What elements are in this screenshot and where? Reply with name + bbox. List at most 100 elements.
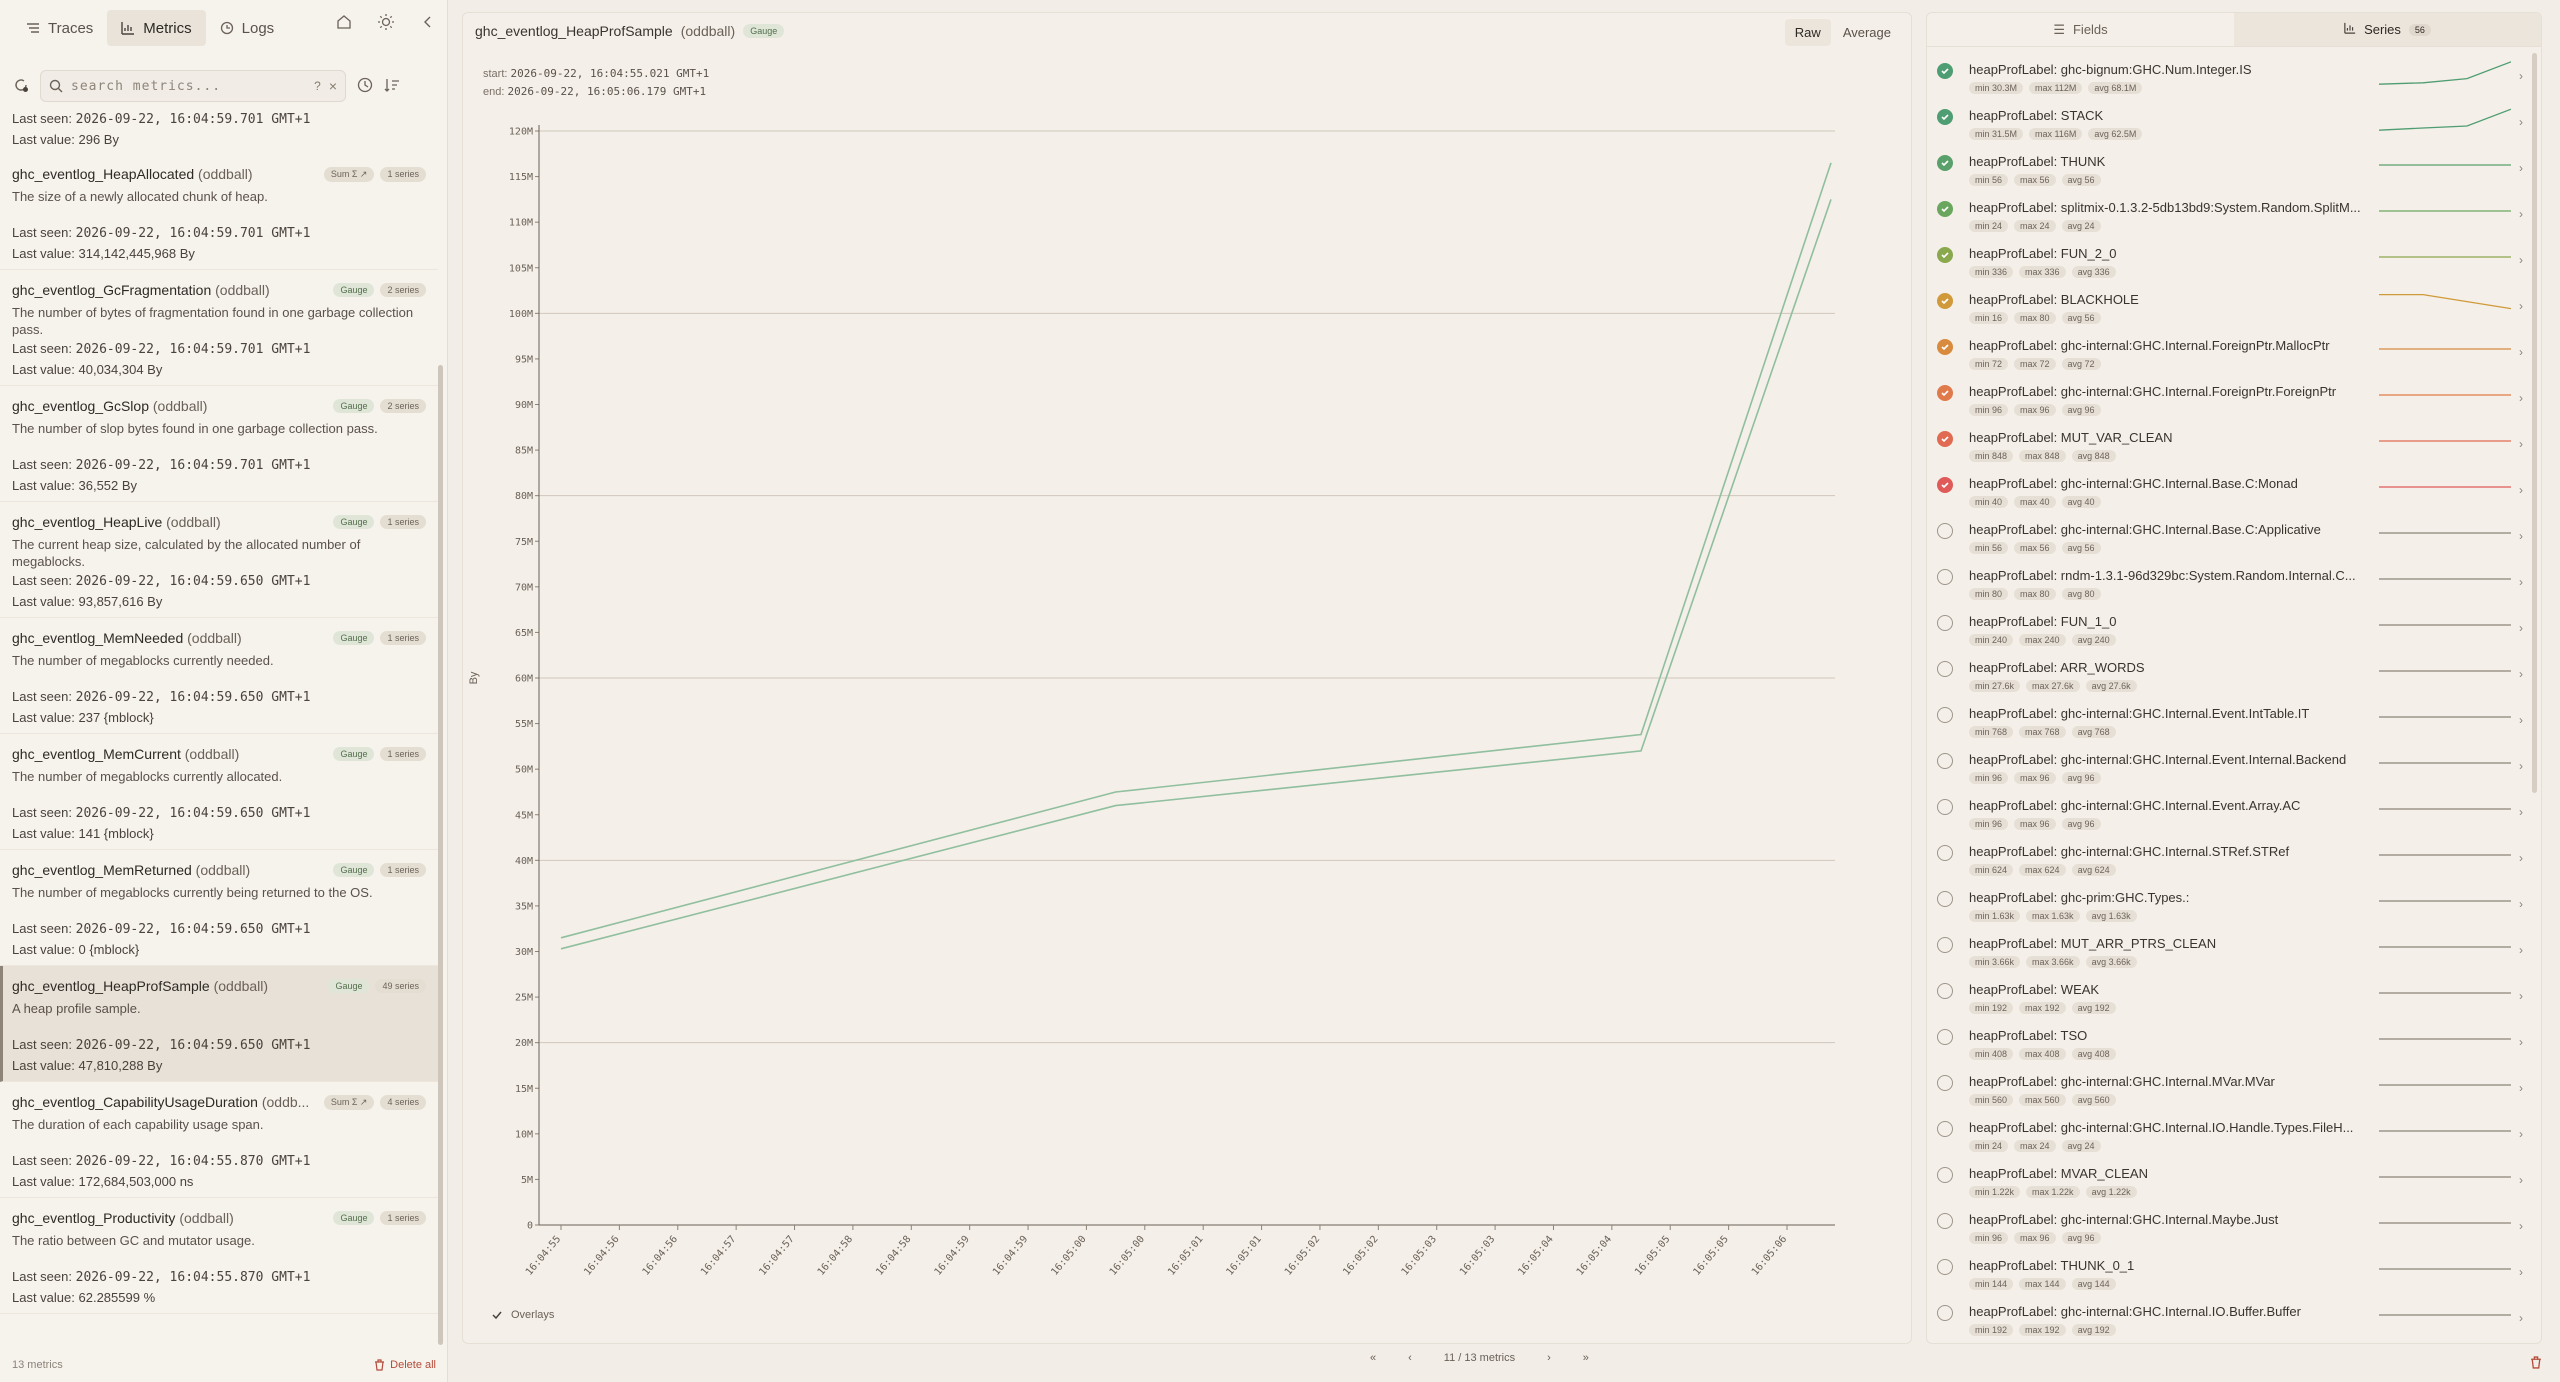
series-item[interactable]: heapProfLabel: MUT_ARR_PTRS_CLEAN min 3.6… [1927, 929, 2527, 975]
chevron-right-icon[interactable]: › [2519, 575, 2523, 589]
chevron-right-icon[interactable]: › [2519, 805, 2523, 819]
refresh-icon[interactable] [12, 76, 30, 97]
metric-item-partial[interactable]: Last seen: 2026-09-22, 16:04:59.701 GMT+… [0, 108, 438, 154]
series-checkbox[interactable] [1937, 247, 1953, 263]
series-checkbox[interactable] [1937, 661, 1953, 677]
chevron-right-icon[interactable]: › [2519, 897, 2523, 911]
metric-item[interactable]: ghc_eventlog_GcFragmentation (oddball) Ga… [0, 270, 438, 386]
series-checkbox[interactable] [1937, 155, 1953, 171]
chevron-right-icon[interactable]: › [2519, 1311, 2523, 1325]
series-item[interactable]: heapProfLabel: ghc-prim:GHC.Types.: min 1… [1927, 883, 2527, 929]
search-input[interactable] [71, 78, 307, 94]
chevron-right-icon[interactable]: › [2519, 667, 2523, 681]
series-item[interactable]: heapProfLabel: ghc-internal:GHC.Internal… [1927, 469, 2527, 515]
series-item[interactable]: heapProfLabel: ghc-internal:GHC.Internal… [1927, 1297, 2527, 1343]
series-item[interactable]: heapProfLabel: ghc-internal:GHC.Internal… [1927, 515, 2527, 561]
chevron-right-icon[interactable]: › [2519, 483, 2523, 497]
series-checkbox[interactable] [1937, 385, 1953, 401]
series-checkbox[interactable] [1937, 569, 1953, 585]
collapse-sidebar-icon[interactable] [418, 12, 438, 32]
chevron-right-icon[interactable]: › [2519, 1265, 2523, 1279]
next-page-button[interactable]: › [1547, 1352, 1551, 1364]
sort-icon[interactable] [384, 77, 400, 96]
series-item[interactable]: heapProfLabel: rndm-1.3.1-96d329bc:Syste… [1927, 561, 2527, 607]
series-item[interactable]: heapProfLabel: ghc-internal:GHC.Internal… [1927, 699, 2527, 745]
tab-series[interactable]: Series 56 [2234, 13, 2541, 46]
chevron-right-icon[interactable]: › [2519, 989, 2523, 1003]
heap-chart[interactable]: 0 5M 10M 15M 20M 25M 30M 35M 40M 45M 50M 55M 60M 65M 7… [463, 113, 1913, 1283]
chevron-right-icon[interactable]: › [2519, 1173, 2523, 1187]
last-page-button[interactable]: » [1583, 1352, 1589, 1364]
prev-page-button[interactable]: ‹ [1408, 1352, 1412, 1364]
series-checkbox[interactable] [1937, 477, 1953, 493]
tab-metrics[interactable]: Metrics [107, 10, 206, 46]
series-checkbox[interactable] [1937, 1121, 1953, 1137]
series-checkbox[interactable] [1937, 983, 1953, 999]
series-item[interactable]: heapProfLabel: ghc-internal:GHC.Internal… [1927, 1205, 2527, 1251]
chevron-right-icon[interactable]: › [2519, 621, 2523, 635]
series-checkbox[interactable] [1937, 1167, 1953, 1183]
chevron-right-icon[interactable]: › [2519, 1219, 2523, 1233]
help-icon[interactable]: ? [314, 79, 321, 93]
series-checkbox[interactable] [1937, 109, 1953, 125]
series-item[interactable]: heapProfLabel: STACK min 31.5M max 116M avg… [1927, 101, 2527, 147]
series-item[interactable]: heapProfLabel: MUT_VAR_CLEAN min 848 max 8… [1927, 423, 2527, 469]
series-checkbox[interactable] [1937, 339, 1953, 355]
series-item[interactable]: heapProfLabel: ghc-bignum:GHC.Num.Intege… [1927, 55, 2527, 101]
metric-item[interactable]: ghc_eventlog_HeapLive (oddball) Gauge 1 se… [0, 502, 438, 618]
chevron-right-icon[interactable]: › [2519, 207, 2523, 221]
tab-fields[interactable]: ☰ Fields [1927, 13, 2234, 46]
chevron-right-icon[interactable]: › [2519, 391, 2523, 405]
series-item[interactable]: heapProfLabel: ghc-internal:GHC.Internal… [1927, 837, 2527, 883]
series-checkbox[interactable] [1937, 707, 1953, 723]
metric-item[interactable]: ghc_eventlog_HeapAllocated (oddball) Sum … [0, 154, 438, 270]
series-checkbox[interactable] [1937, 615, 1953, 631]
metric-item[interactable]: ghc_eventlog_Productivity (oddball) Gauge… [0, 1198, 438, 1314]
series-checkbox[interactable] [1937, 1213, 1953, 1229]
series-checkbox[interactable] [1937, 937, 1953, 953]
chevron-right-icon[interactable]: › [2519, 1127, 2523, 1141]
metric-item[interactable]: ghc_eventlog_CapabilityUsageDuration (od… [0, 1082, 438, 1198]
chevron-right-icon[interactable]: › [2519, 851, 2523, 865]
chevron-right-icon[interactable]: › [2519, 529, 2523, 543]
chevron-right-icon[interactable]: › [2519, 713, 2523, 727]
series-item[interactable]: heapProfLabel: THUNK min 56 max 56 avg 56 › [1927, 147, 2527, 193]
overlays-toggle[interactable]: Overlays [491, 1309, 554, 1321]
chevron-right-icon[interactable]: › [2519, 299, 2523, 313]
series-checkbox[interactable] [1937, 523, 1953, 539]
chevron-right-icon[interactable]: › [2519, 437, 2523, 451]
chevron-right-icon[interactable]: › [2519, 115, 2523, 129]
tab-traces[interactable]: Traces [12, 10, 107, 46]
series-checkbox[interactable] [1937, 201, 1953, 217]
series-item[interactable]: heapProfLabel: BLACKHOLE min 16 max 80 avg … [1927, 285, 2527, 331]
series-item[interactable]: heapProfLabel: ghc-internal:GHC.Internal… [1927, 791, 2527, 837]
chevron-right-icon[interactable]: › [2519, 943, 2523, 957]
series-item[interactable]: heapProfLabel: THUNK_0_1 min 144 max 144 av… [1927, 1251, 2527, 1297]
series-checkbox[interactable] [1937, 753, 1953, 769]
mode-raw-button[interactable]: Raw [1784, 19, 1831, 46]
series-item[interactable]: heapProfLabel: FUN_2_0 min 336 max 336 avg … [1927, 239, 2527, 285]
series-checkbox[interactable] [1937, 799, 1953, 815]
series-checkbox[interactable] [1937, 1075, 1953, 1091]
chevron-right-icon[interactable]: › [2519, 253, 2523, 267]
series-item[interactable]: heapProfLabel: ghc-internal:GHC.Internal… [1927, 1113, 2527, 1159]
series-item[interactable]: heapProfLabel: WEAK min 192 max 192 avg 192… [1927, 975, 2527, 1021]
series-checkbox[interactable] [1937, 1029, 1953, 1045]
series-item[interactable]: heapProfLabel: FUN_1_0 min 240 max 240 avg … [1927, 607, 2527, 653]
series-item[interactable]: heapProfLabel: TSO min 408 max 408 avg 408 › [1927, 1021, 2527, 1067]
series-checkbox[interactable] [1937, 63, 1953, 79]
series-item[interactable]: heapProfLabel: ghc-internal:GHC.Internal… [1927, 331, 2527, 377]
series-checkbox[interactable] [1937, 891, 1953, 907]
chevron-right-icon[interactable]: › [2519, 1081, 2523, 1095]
chevron-right-icon[interactable]: › [2519, 69, 2523, 83]
series-scrollbar[interactable] [2532, 53, 2537, 793]
clear-search-icon[interactable]: × [329, 78, 337, 94]
sun-icon[interactable] [376, 12, 396, 32]
series-checkbox[interactable] [1937, 293, 1953, 309]
chevron-right-icon[interactable]: › [2519, 759, 2523, 773]
series-item[interactable]: heapProfLabel: ghc-internal:GHC.Internal… [1927, 745, 2527, 791]
delete-all-button[interactable]: Delete all [374, 1359, 436, 1371]
tab-logs[interactable]: Logs [206, 10, 289, 46]
series-item[interactable]: heapProfLabel: ARR_WORDS min 27.6k max 27.… [1927, 653, 2527, 699]
sidebar-scrollbar[interactable] [438, 365, 443, 1345]
